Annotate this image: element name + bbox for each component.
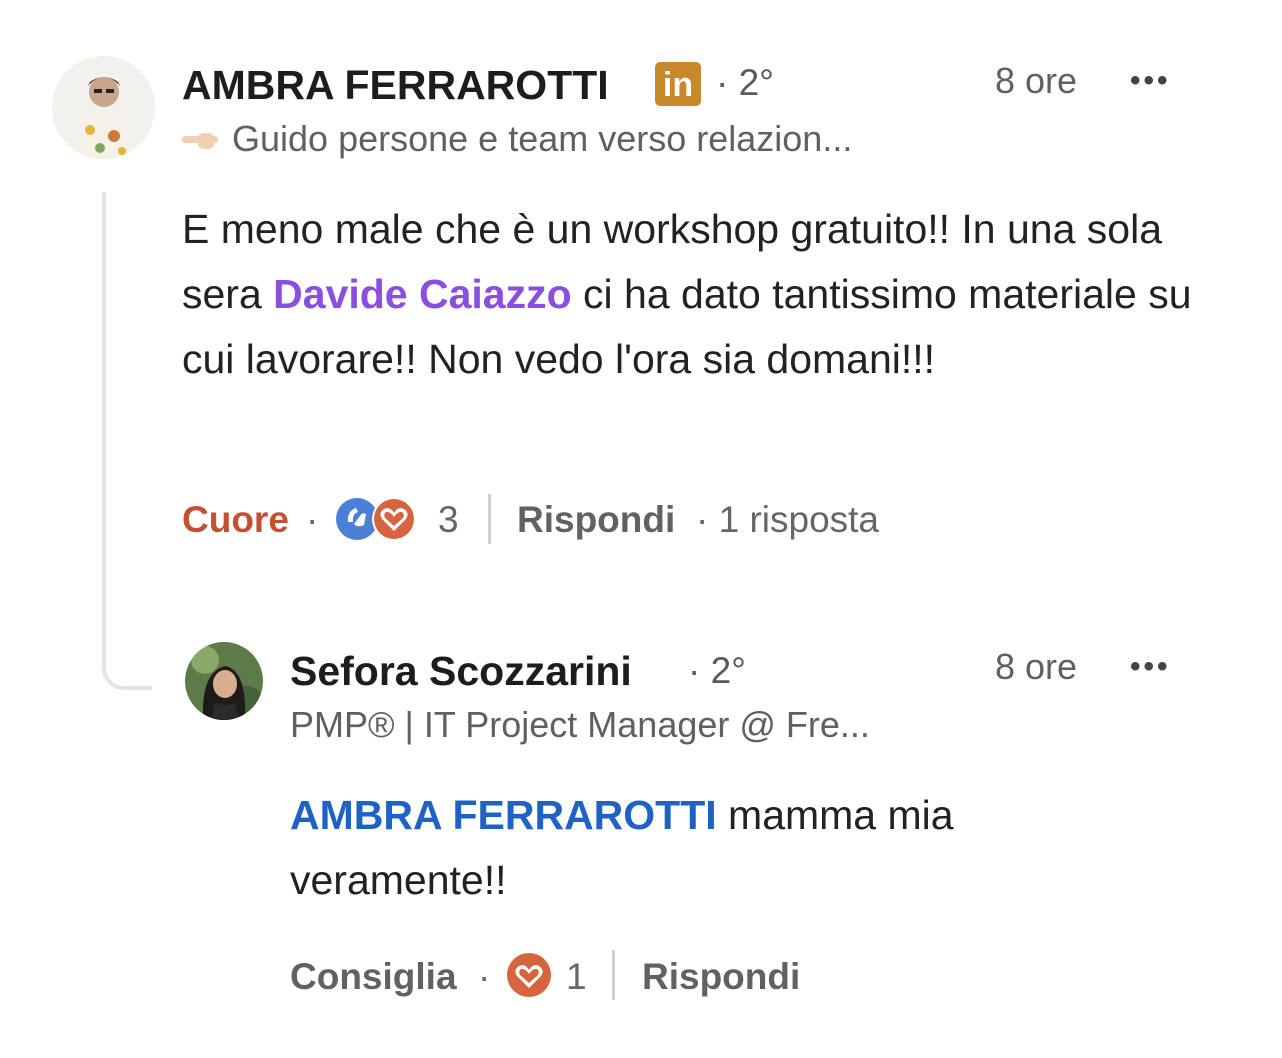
linkedin-icon: in (655, 62, 701, 106)
reaction-button[interactable]: Cuore (182, 499, 289, 541)
reply-button[interactable]: Rispondi (642, 956, 800, 998)
reaction-count[interactable]: 1 (566, 956, 587, 998)
replies-count[interactable]: · 1 risposta (696, 499, 879, 541)
comment-author-headline: Guido persone e team verso relazion... (232, 118, 853, 159)
separator-dot: · (306, 499, 319, 540)
heart-icon[interactable] (505, 951, 553, 999)
thread-connector (102, 192, 152, 690)
like-button[interactable]: Consiglia (290, 956, 457, 998)
connection-degree: · 2° (688, 650, 746, 691)
comment-timestamp: 8 ore (995, 60, 1078, 101)
reply-body: AMBRA FERRAROTTI mamma mia veramente!! (290, 783, 1050, 913)
reply-author-name[interactable]: Sefora Scozzarini (290, 648, 632, 695)
separator-dot: · (478, 956, 491, 997)
action-divider (488, 494, 491, 544)
avatar[interactable] (52, 56, 155, 159)
mention-link[interactable]: AMBRA FERRAROTTI (290, 792, 717, 838)
reply-button[interactable]: Rispondi (517, 499, 675, 541)
mention-link[interactable]: Davide Caiazzo (273, 271, 572, 317)
reaction-count[interactable]: 3 (438, 499, 459, 541)
comment-author-name[interactable]: AMBRA FERRAROTTI (182, 62, 609, 109)
avatar[interactable] (185, 642, 263, 720)
reply-author-headline: PMP® | IT Project Manager @ Fre... (290, 704, 870, 745)
reaction-icons[interactable] (334, 494, 424, 544)
more-options-icon[interactable]: ••• (1130, 64, 1171, 98)
comment-body: E meno male che è un workshop gratuito!!… (182, 197, 1222, 392)
reply-timestamp: 8 ore (995, 646, 1078, 687)
more-options-icon[interactable]: ••• (1130, 650, 1171, 684)
action-divider (612, 950, 615, 1000)
connection-degree: · 2° (716, 62, 774, 103)
pointing-hand-icon (180, 124, 224, 154)
